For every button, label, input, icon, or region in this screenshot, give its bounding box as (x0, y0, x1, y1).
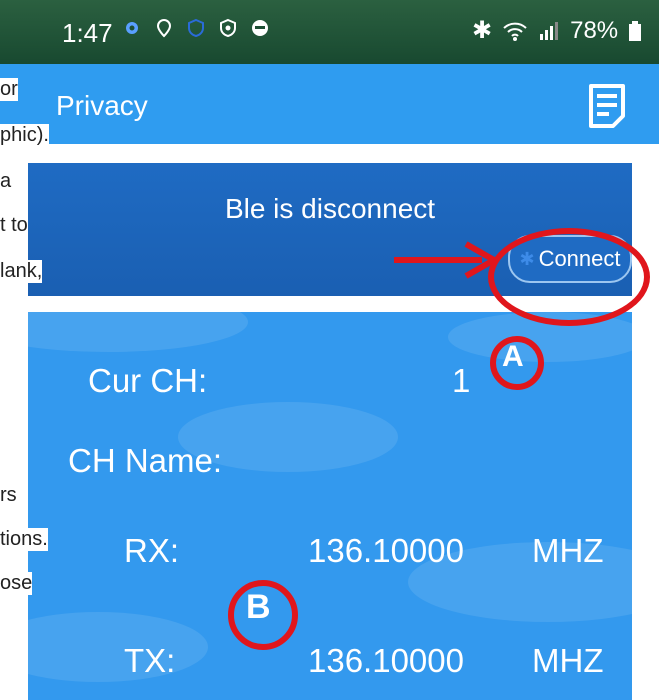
rx-label: RX: (124, 532, 180, 569)
status-icons-left (122, 18, 270, 38)
bluetooth-icon: ✱ (472, 17, 493, 44)
edge-text-line: tions. (0, 528, 48, 551)
ch-name-label: CH Name: (68, 442, 223, 479)
tx-unit: MHZ (532, 642, 604, 679)
edge-text-line: lank, (0, 260, 43, 283)
signal-icon (540, 21, 559, 40)
ble-status-message: Ble is disconnect (224, 193, 436, 224)
background-cloud (28, 312, 248, 352)
background-cloud (28, 612, 208, 682)
edge-text-line: t to (0, 214, 28, 237)
status-bar: 1:47 ✱ 78% (0, 0, 659, 64)
edge-text-line: ose (0, 572, 33, 595)
cur-ch-label: Cur CH: (88, 362, 208, 399)
edge-text-line: rs (0, 484, 17, 507)
edge-text-line: or (0, 78, 18, 101)
document-icon[interactable] (585, 82, 629, 130)
red-arrow (394, 241, 497, 279)
marker-b-label: B (246, 588, 271, 626)
location-icon (156, 18, 172, 38)
rx-value: 136.10000 (308, 532, 464, 569)
tx-value: 136.10000 (308, 642, 464, 679)
settings-icon (126, 22, 138, 34)
marker-a-label: A (502, 340, 524, 373)
wifi-icon (503, 22, 527, 41)
tx-label: TX: (124, 642, 176, 679)
page-title: Privacy (56, 90, 148, 121)
rx-unit: MHZ (532, 532, 604, 569)
secure-icon (220, 18, 236, 38)
status-icons-right: ✱ 78% (472, 16, 642, 45)
cur-ch-value: 1 (452, 362, 471, 399)
vpn-icon (252, 20, 268, 36)
edge-text-line: phic). (0, 124, 49, 147)
edge-text-line: a (0, 170, 12, 193)
shield-icon (188, 18, 204, 38)
status-time: 1:47 (62, 18, 113, 48)
connect-highlight-ring (488, 228, 650, 326)
battery-icon (629, 20, 642, 41)
app-bar: Privacy (0, 64, 659, 144)
battery-text: 78% (570, 16, 619, 44)
